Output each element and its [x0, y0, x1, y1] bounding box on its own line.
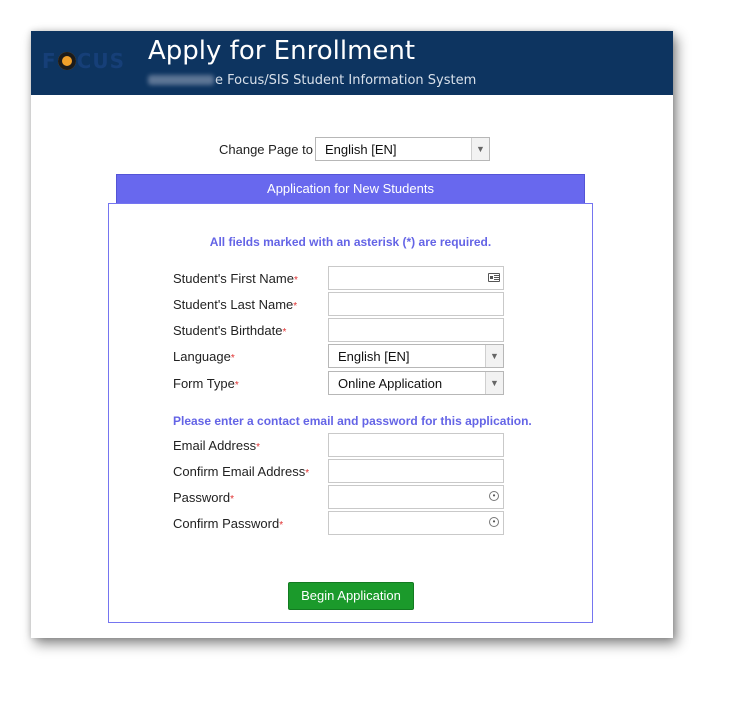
confirm-password-label: Confirm Password* — [173, 516, 284, 531]
first-name-row: Student's First Name* — [173, 266, 513, 290]
redacted-school-name — [148, 75, 214, 85]
focus-logo: F CUS — [42, 49, 125, 73]
birthdate-label: Student's Birthdate* — [173, 323, 287, 338]
confirm-password-row: Confirm Password* • — [173, 511, 513, 535]
change-page-label: Change Page to — [219, 141, 313, 157]
password-row: Password* • — [173, 485, 513, 509]
last-name-row: Student's Last Name* — [173, 292, 513, 316]
contact-card-icon[interactable] — [488, 273, 500, 282]
page-language-select[interactable]: English [EN] ▼ — [314, 137, 490, 161]
owl-logo-icon — [57, 52, 76, 70]
confirm-password-input[interactable] — [328, 511, 504, 535]
first-name-label: Student's First Name* — [173, 271, 298, 286]
application-form-panel: All fields marked with an asterisk (*) a… — [108, 203, 593, 623]
password-reveal-icon[interactable]: • — [489, 491, 499, 501]
language-row: Language* English [EN] ▼ — [173, 344, 513, 368]
password-reveal-icon[interactable]: • — [489, 517, 499, 527]
last-name-input[interactable] — [328, 292, 504, 316]
password-label: Password* — [173, 490, 234, 505]
change-page-control: Change Page to English [EN] ▼ — [219, 137, 490, 161]
form-type-selected: Online Application — [338, 375, 443, 391]
form-type-label: Form Type* — [173, 376, 239, 391]
password-input[interactable] — [328, 485, 504, 509]
chevron-down-icon[interactable]: ▼ — [470, 138, 489, 160]
page-subtitle: e Focus/SIS Student Information System — [148, 73, 476, 88]
language-select[interactable]: English [EN] ▼ — [328, 344, 504, 368]
last-name-label: Student's Last Name* — [173, 297, 298, 312]
chevron-down-icon[interactable]: ▼ — [485, 372, 503, 394]
form-type-select[interactable]: Online Application ▼ — [328, 371, 504, 395]
page-title: Apply for Enrollment — [148, 36, 416, 66]
confirm-email-label: Confirm Email Address* — [173, 464, 310, 479]
first-name-input[interactable] — [328, 266, 504, 290]
email-input[interactable] — [328, 433, 504, 457]
confirm-email-input[interactable] — [328, 459, 504, 483]
email-label: Email Address* — [173, 438, 260, 453]
birthdate-input[interactable] — [328, 318, 504, 342]
email-row: Email Address* — [173, 433, 513, 457]
confirm-email-row: Confirm Email Address* — [173, 459, 513, 483]
birthdate-row: Student's Birthdate* — [173, 318, 513, 342]
tab-application-new-students[interactable]: Application for New Students — [116, 174, 585, 204]
language-selected: English [EN] — [338, 348, 410, 364]
contact-info-note: Please enter a contact email and passwor… — [173, 414, 532, 428]
app-window: F CUS Apply for Enrollment e Focus/SIS St… — [31, 31, 673, 638]
language-label: Language* — [173, 349, 235, 364]
page-language-selected: English [EN] — [324, 141, 397, 157]
page-header: F CUS Apply for Enrollment e Focus/SIS St… — [31, 31, 673, 95]
required-fields-note: All fields marked with an asterisk (*) a… — [209, 235, 492, 249]
chevron-down-icon[interactable]: ▼ — [485, 345, 503, 367]
form-type-row: Form Type* Online Application ▼ — [173, 371, 513, 395]
begin-application-button[interactable]: Begin Application — [288, 582, 414, 610]
